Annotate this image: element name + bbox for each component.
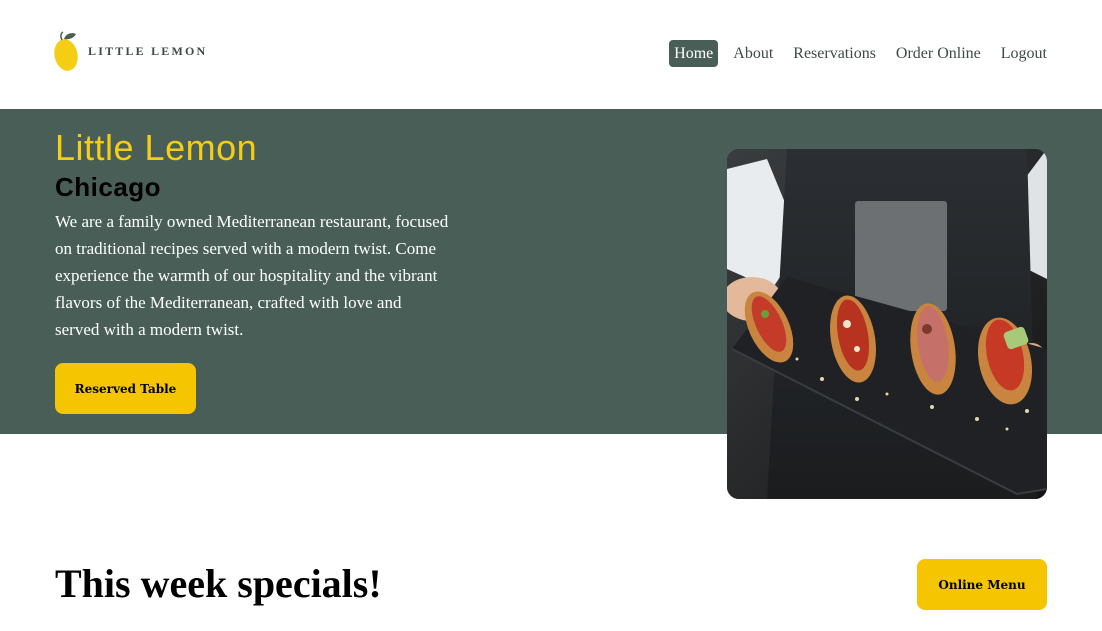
- hero-title: Little Lemon: [55, 127, 258, 168]
- lemon-icon: [54, 31, 78, 71]
- logo-text: LITTLE LEMON: [88, 43, 208, 58]
- hero-subtitle: Chicago: [55, 172, 162, 202]
- hero-food-image: [727, 149, 1047, 499]
- hero-description: We are a family owned Mediterranean rest…: [55, 212, 449, 339]
- nav-home[interactable]: Home: [669, 40, 719, 67]
- online-menu-button[interactable]: Online Menu: [917, 559, 1047, 610]
- specials-title: This week specials!: [55, 561, 382, 606]
- reserve-table-button[interactable]: Reserved Table: [55, 363, 196, 414]
- site-header: LITTLE LEMON Home About Reservations Ord…: [0, 0, 1102, 109]
- nav-order-online[interactable]: Order Online: [891, 40, 986, 67]
- nav-about[interactable]: About: [728, 40, 778, 67]
- logo[interactable]: LITTLE LEMON: [54, 30, 207, 72]
- main-nav: Home About Reservations Order Online Log…: [669, 40, 1052, 67]
- nav-reservations[interactable]: Reservations: [788, 40, 881, 67]
- nav-logout[interactable]: Logout: [996, 40, 1052, 67]
